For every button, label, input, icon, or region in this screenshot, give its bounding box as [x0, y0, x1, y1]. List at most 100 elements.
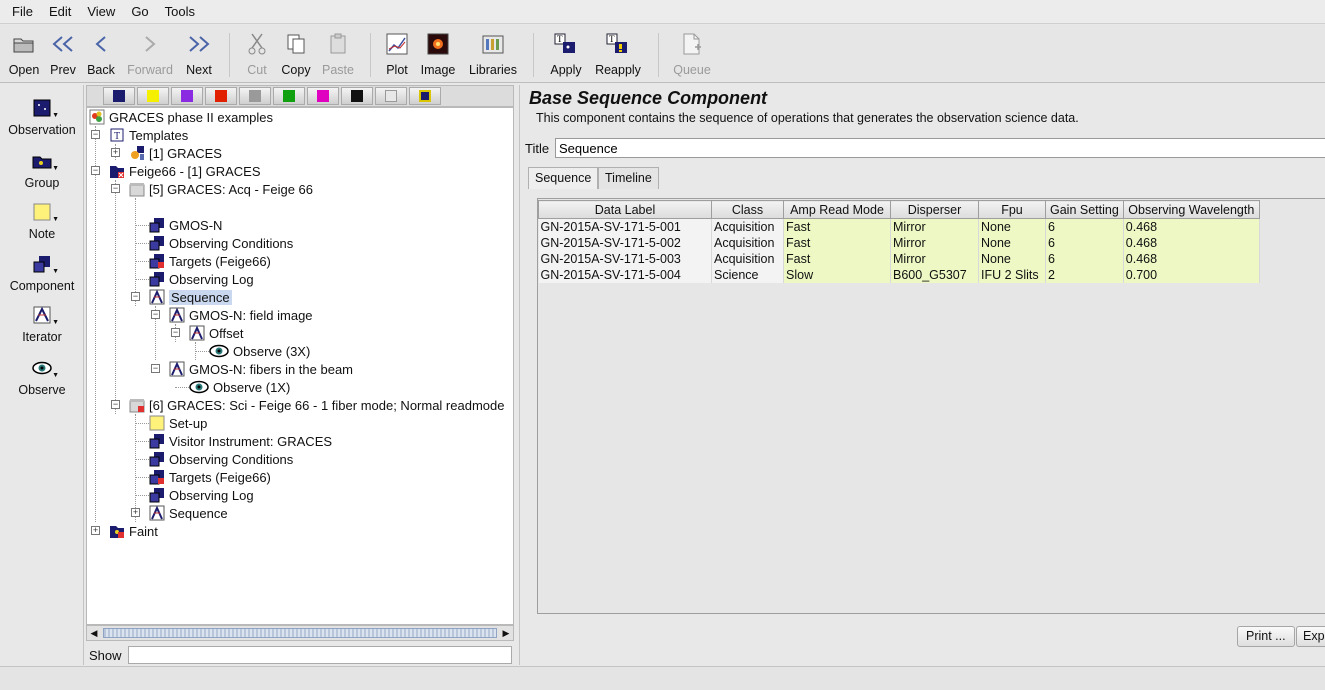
tab-timeline[interactable]: Timeline — [598, 167, 659, 189]
filter-magenta-button[interactable] — [307, 87, 339, 105]
palette-group[interactable]: ▼ Group — [0, 150, 84, 190]
column-header[interactable]: Class — [711, 200, 784, 219]
collapse-toggle[interactable]: − — [111, 184, 120, 193]
table-row[interactable]: GN-2015A-SV-171-5-003 Acquisition Fast M… — [538, 250, 1260, 267]
prev-button[interactable]: Prev — [48, 31, 78, 81]
filter-purple-button[interactable] — [171, 87, 203, 105]
open-button[interactable]: Open — [6, 31, 42, 81]
column-header[interactable]: Fpu — [978, 200, 1046, 219]
expand-toggle[interactable]: + — [111, 148, 120, 157]
collapse-toggle[interactable]: − — [91, 130, 100, 139]
filter-gray-button[interactable] — [239, 87, 271, 105]
filter-group-button[interactable] — [409, 87, 441, 105]
column-header[interactable]: Disperser — [890, 200, 979, 219]
menu-view[interactable]: View — [79, 4, 123, 19]
expand-toggle[interactable]: + — [131, 508, 140, 517]
eye-icon: ▼ — [29, 357, 59, 379]
collapse-toggle[interactable]: − — [151, 364, 160, 373]
tree-node-templates[interactable]: T Templates — [109, 126, 188, 144]
collapse-toggle[interactable]: − — [91, 166, 100, 175]
tree-node-sci-observation[interactable]: [6] GRACES: Sci - Feige 66 - 1 fiber mod… — [129, 396, 504, 414]
libraries-button[interactable]: Libraries — [466, 31, 520, 81]
tree-node-observe-1x[interactable]: Observe (1X) — [189, 378, 290, 396]
tree-node-template-graces[interactable]: [1] GRACES — [129, 144, 222, 162]
menu-edit[interactable]: Edit — [41, 4, 79, 19]
tree-node-feige66-group[interactable]: Feige66 - [1] GRACES — [109, 162, 261, 180]
filter-note-button[interactable] — [137, 87, 169, 105]
filter-observation-button[interactable] — [103, 87, 135, 105]
scroll-left-icon[interactable]: ◀ — [87, 626, 101, 640]
filter-red-button[interactable] — [205, 87, 237, 105]
tree-node-observing-log[interactable]: Observing Log — [149, 270, 254, 288]
tree-node-setup[interactable]: Set-up — [149, 414, 207, 432]
tree-node-sequence[interactable]: Sequence — [149, 288, 232, 306]
export-button[interactable]: Exp — [1296, 626, 1325, 647]
table-cell: 0.700 — [1123, 266, 1260, 283]
filter-black-button[interactable] — [341, 87, 373, 105]
tree-node-observing-conditions[interactable]: Observing Conditions — [149, 234, 293, 252]
next-button[interactable]: Next — [184, 31, 214, 81]
forward-button[interactable]: Forward — [124, 31, 176, 81]
paste-button[interactable]: Paste — [320, 31, 356, 81]
iterator-icon — [169, 307, 185, 323]
palette-iterator[interactable]: ▼ Iterator — [0, 304, 84, 344]
column-header[interactable]: Amp Read Mode — [783, 200, 891, 219]
title-field[interactable] — [555, 138, 1325, 158]
back-button[interactable]: Back — [86, 31, 116, 81]
table-cell: GN-2015A-SV-171-5-004 — [538, 266, 712, 283]
menu-tools[interactable]: Tools — [157, 4, 203, 19]
table-row[interactable]: GN-2015A-SV-171-5-004 Science Slow B600_… — [538, 266, 1260, 283]
reapply-button[interactable]: T Reapply — [592, 31, 644, 81]
tree-node-field-image[interactable]: GMOS-N: field image — [169, 306, 313, 324]
tab-sequence[interactable]: Sequence — [528, 167, 599, 189]
tree-node-fibers[interactable]: GMOS-N: fibers in the beam — [169, 360, 353, 378]
column-header[interactable]: Data Label — [538, 200, 712, 219]
cut-button[interactable]: Cut — [242, 31, 272, 81]
table-cell: 6 — [1045, 218, 1124, 235]
template-folder-icon: T — [109, 127, 125, 143]
tree-node-acq-observation[interactable]: [5] GRACES: Acq - Feige 66 — [129, 180, 313, 198]
tree-node-gmos-n[interactable]: GMOS-N — [149, 216, 222, 234]
collapse-toggle[interactable]: − — [151, 310, 160, 319]
queue-button[interactable]: Queue — [672, 31, 712, 81]
component-icon: ▼ — [29, 253, 59, 275]
tree-node-observe-3x[interactable]: Observe (3X) — [209, 342, 310, 360]
expand-toggle[interactable]: + — [91, 526, 100, 535]
column-header[interactable]: Gain Setting — [1045, 200, 1124, 219]
filter-green-button[interactable] — [273, 87, 305, 105]
tree-horizontal-scrollbar[interactable]: ◀ ▶ — [86, 625, 514, 641]
print-button[interactable]: Print ... — [1237, 626, 1295, 647]
tree-node-targets[interactable]: Targets (Feige66) — [149, 252, 271, 270]
component-description: This component contains the sequence of … — [536, 111, 1079, 125]
show-input[interactable] — [127, 646, 512, 664]
clipboard-icon — [325, 31, 351, 57]
copy-button[interactable]: Copy — [279, 31, 313, 81]
collapse-toggle[interactable]: − — [171, 328, 180, 337]
collapse-toggle[interactable]: − — [131, 292, 140, 301]
menu-go[interactable]: Go — [123, 4, 156, 19]
filter-white-button[interactable] — [375, 87, 407, 105]
tree-node-targets-2[interactable]: Targets (Feige66) — [149, 468, 271, 486]
tree-node-root[interactable]: GRACES phase II examples — [89, 108, 273, 126]
scroll-thumb[interactable] — [103, 628, 497, 638]
tree-node-observing-log-2[interactable]: Observing Log — [149, 486, 254, 504]
image-button[interactable]: Image — [419, 31, 457, 81]
palette-note[interactable]: ▼ Note — [0, 201, 84, 241]
palette-observation[interactable]: ▼ Observation — [0, 97, 84, 137]
tree-node-sequence-2[interactable]: Sequence — [149, 504, 228, 522]
tree-node-visitor-instrument[interactable]: Visitor Instrument: GRACES — [149, 432, 332, 450]
palette-observe[interactable]: ▼ Observe — [0, 357, 84, 397]
plot-button[interactable]: Plot — [383, 31, 411, 81]
table-row[interactable]: GN-2015A-SV-171-5-002 Acquisition Fast M… — [538, 234, 1260, 251]
tree-node-observing-conditions-2[interactable]: Observing Conditions — [149, 450, 293, 468]
collapse-toggle[interactable]: − — [111, 400, 120, 409]
scroll-right-icon[interactable]: ▶ — [499, 626, 513, 640]
tree-node-faint-group[interactable]: Faint — [109, 522, 158, 540]
palette-component[interactable]: ▼ Component — [0, 253, 84, 293]
table-row[interactable]: GN-2015A-SV-171-5-001 Acquisition Fast M… — [538, 218, 1260, 235]
tree-node-offset[interactable]: Offset — [189, 324, 243, 342]
column-header[interactable]: Observing Wavelength — [1122, 200, 1260, 219]
program-tree-panel: GRACES phase II examples − T Templates +… — [86, 85, 514, 665]
menu-file[interactable]: File — [4, 4, 41, 19]
apply-button[interactable]: T Apply — [548, 31, 584, 81]
